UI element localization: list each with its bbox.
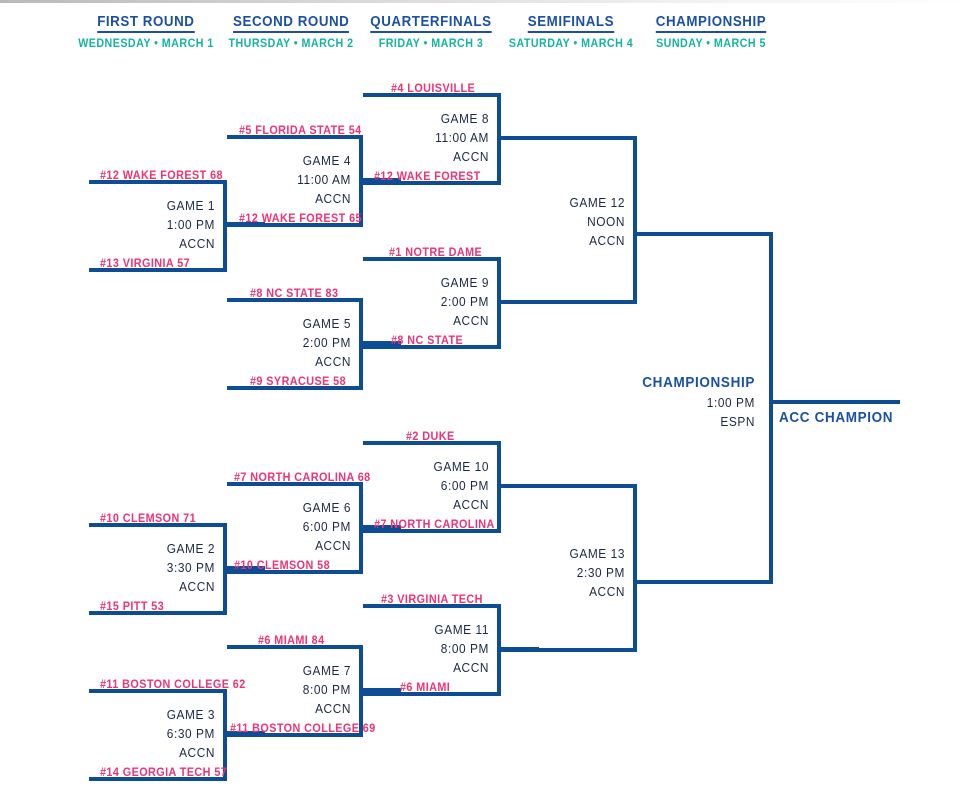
game-time: 6:00 PM [302, 520, 351, 534]
game-info: GAME 11 8:00 PM ACCN [356, 621, 489, 678]
team-label: #12 WAKE FOREST [374, 171, 481, 183]
game-network: ACCN [453, 314, 489, 328]
game-label: GAME 11 [434, 623, 489, 637]
team-label: #12 WAKE FOREST 68 [100, 170, 223, 182]
team-label: #7 NORTH CAROLINA [374, 519, 495, 531]
bracket-line [633, 136, 637, 304]
game-network: ACCN [179, 746, 215, 760]
championship-label: CHAMPIONSHIP [642, 375, 755, 391]
game-time: 2:00 PM [440, 295, 489, 309]
game-info: GAME 5 2:00 PM ACCN [218, 315, 351, 372]
game-info: GAME 3 6:30 PM ACCN [80, 706, 215, 763]
game-time: 3:30 PM [166, 561, 215, 575]
bracket-line [769, 400, 900, 404]
game-time: 6:30 PM [166, 727, 215, 741]
game-network: ACCN [589, 585, 625, 599]
game-time: 2:30 PM [576, 566, 625, 580]
bracket-line [637, 232, 773, 236]
game-info: GAME 4 11:00 AM ACCN [218, 152, 351, 209]
game-network: ACCN [453, 498, 489, 512]
game-info: GAME 8 11:00 AM ACCN [356, 110, 489, 167]
team-label: #14 GEORGIA TECH 57 [100, 767, 228, 779]
team-label: #3 VIRGINIA TECH [381, 594, 483, 606]
team-label: #9 SYRACUSE 58 [250, 376, 347, 388]
game-network: ACCN [315, 192, 351, 206]
game-time: 8:00 PM [302, 683, 351, 697]
round-header-championship: CHAMPIONSHIP SUNDAY • MARCH 5 [611, 13, 811, 50]
game-network: ACCN [179, 237, 215, 251]
game-info: GAME 13 2:30 PM ACCN [492, 545, 625, 602]
round-header-name: FIRST ROUND [97, 15, 195, 33]
game-label: GAME 12 [569, 196, 625, 210]
team-label: #6 MIAMI [400, 682, 451, 694]
bracket-line [769, 232, 773, 584]
bracket-line [637, 580, 773, 584]
game-info: GAME 6 6:00 PM ACCN [218, 499, 351, 556]
bracket-line [633, 484, 637, 652]
team-label: #10 CLEMSON 71 [100, 513, 197, 525]
team-label: #8 NC STATE 83 [250, 288, 339, 300]
top-edge-shadow [0, 0, 973, 3]
game-network: ACCN [453, 150, 489, 164]
game-network: ACCN [315, 355, 351, 369]
bracket-line [501, 648, 637, 652]
team-label: #7 NORTH CAROLINA 68 [234, 472, 371, 484]
game-time: 6:00 PM [440, 479, 489, 493]
game-info: GAME 2 3:30 PM ACCN [80, 540, 215, 597]
team-label: #10 CLEMSON 58 [234, 560, 331, 572]
game-time: 1:00 PM [166, 218, 215, 232]
game-label: GAME 1 [166, 199, 215, 213]
game-network: ACCN [315, 539, 351, 553]
team-label: #5 FLORIDA STATE 54 [239, 125, 362, 137]
game-info: GAME 10 6:00 PM ACCN [356, 458, 489, 515]
bracket-line [501, 136, 637, 140]
game-network: ACCN [453, 661, 489, 675]
round-header-name: CHAMPIONSHIP [655, 15, 767, 33]
team-label: #8 NC STATE [391, 335, 464, 347]
team-label: #13 VIRGINIA 57 [100, 258, 191, 270]
game-network: ACCN [179, 580, 215, 594]
game-network: ACCN [315, 702, 351, 716]
game-label: GAME 2 [166, 542, 215, 556]
game-time: 8:00 PM [440, 642, 489, 656]
game-time: 2:00 PM [302, 336, 351, 350]
game-label: GAME 7 [302, 664, 351, 678]
acc-champion-label: ACC CHAMPION [779, 410, 894, 426]
round-header-name: SEMIFINALS [527, 15, 615, 33]
game-time: NOON [587, 215, 625, 229]
team-label: #15 PITT 53 [100, 601, 165, 613]
game-time: 1:00 PM [706, 396, 755, 410]
game-label: GAME 8 [440, 112, 489, 126]
game-time: 11:00 AM [297, 173, 351, 187]
game-network: ACCN [589, 234, 625, 248]
game-info: GAME 9 2:00 PM ACCN [356, 274, 489, 331]
game-label: GAME 13 [569, 547, 625, 561]
game-info: GAME 7 8:00 PM ACCN [218, 662, 351, 719]
team-label: #1 NOTRE DAME [389, 247, 483, 259]
game-label: GAME 10 [433, 460, 489, 474]
team-label: #2 DUKE [406, 431, 455, 443]
game-label: GAME 6 [302, 501, 351, 515]
game-label: GAME 9 [440, 276, 489, 290]
bracket-line [501, 484, 637, 488]
team-label: #6 MIAMI 84 [258, 635, 325, 647]
game-label: GAME 5 [302, 317, 351, 331]
game-label: GAME 4 [302, 154, 351, 168]
game-info: GAME 1 1:00 PM ACCN [80, 197, 215, 254]
team-label: #11 BOSTON COLLEGE 69 [230, 723, 376, 735]
game-time: 11:00 AM [435, 131, 489, 145]
championship-info: 1:00 PM ESPN [622, 394, 755, 432]
game-network: ESPN [720, 415, 755, 429]
game-label: GAME 3 [166, 708, 215, 722]
tournament-bracket: FIRST ROUND WEDNESDAY • MARCH 1 SECOND R… [0, 0, 973, 811]
team-label: #4 LOUISVILLE [391, 83, 476, 95]
game-info: GAME 12 NOON ACCN [492, 194, 625, 251]
bracket-line [501, 300, 637, 304]
team-label: #12 WAKE FOREST 65 [239, 213, 362, 225]
round-header-date: SUNDAY • MARCH 5 [656, 38, 766, 50]
